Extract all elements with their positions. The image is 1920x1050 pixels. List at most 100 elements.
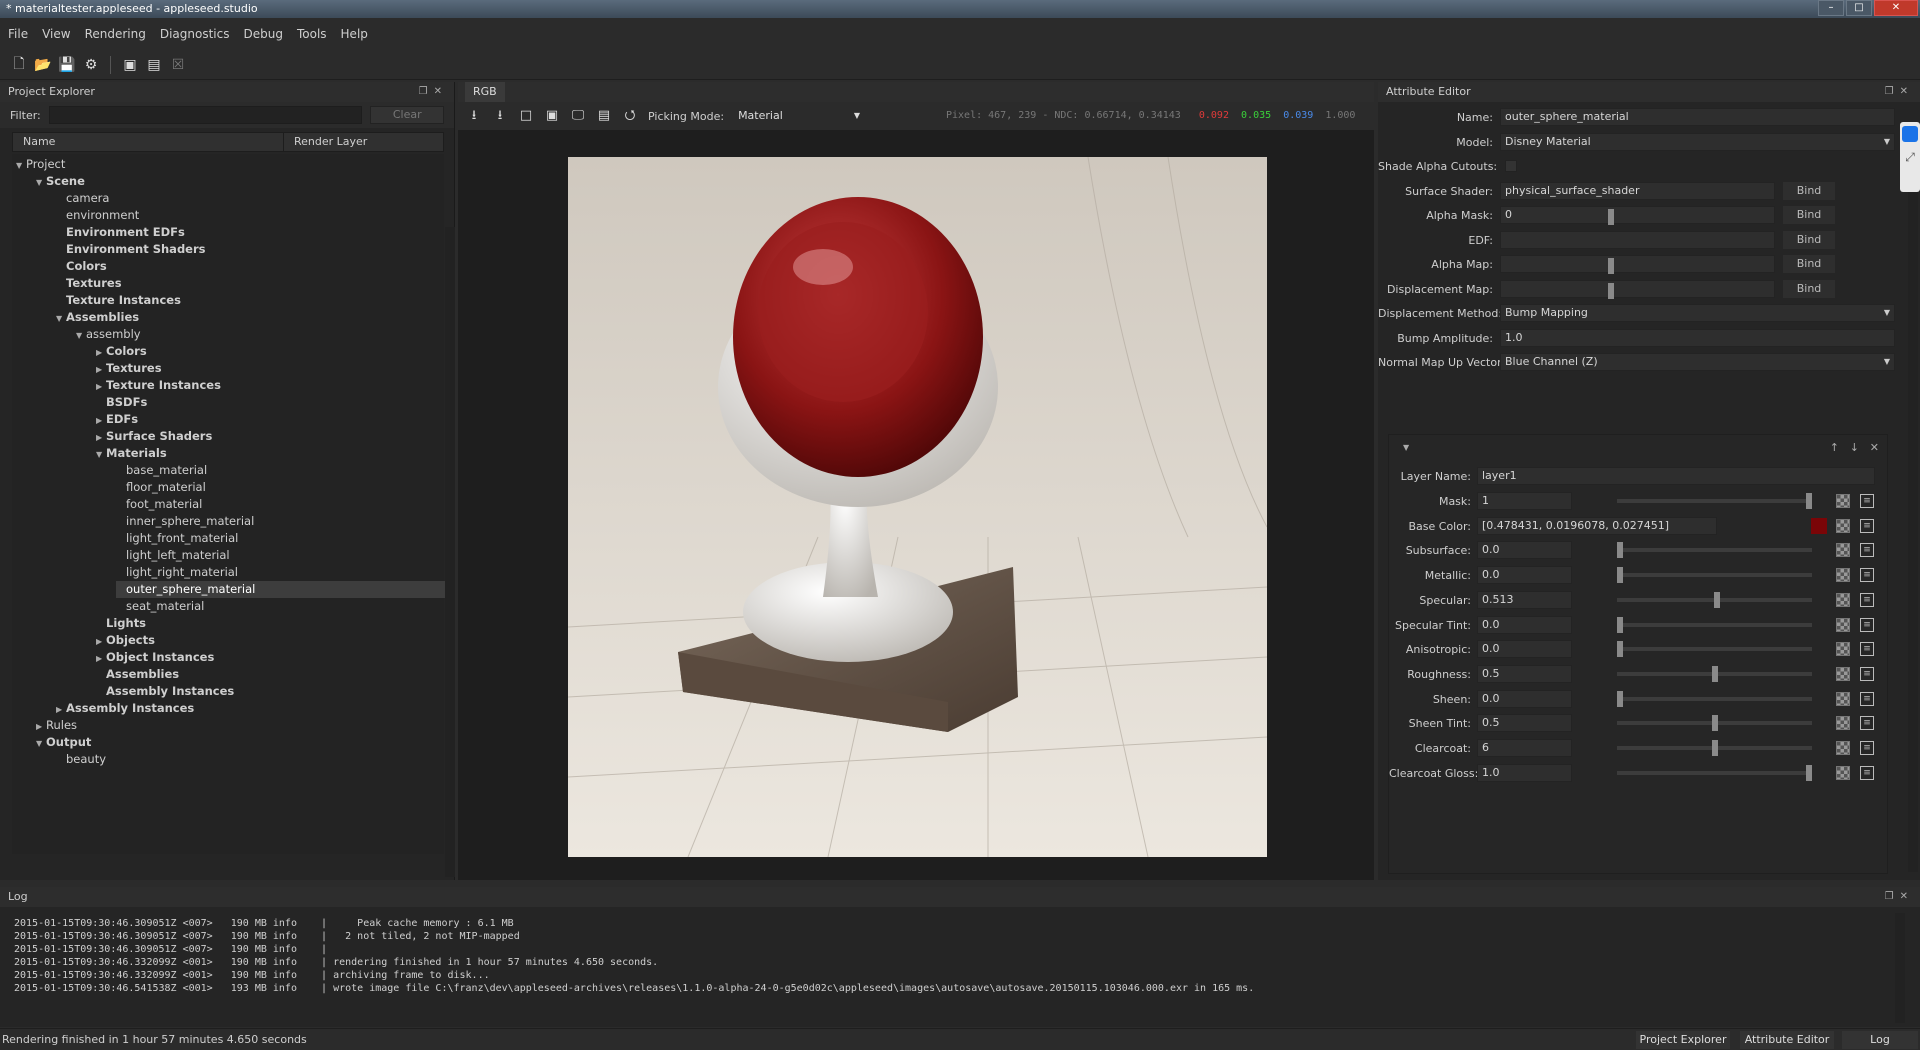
tree-item[interactable]: Texture Instances [56,292,181,309]
layer-param-slider[interactable] [1617,740,1812,756]
texture-picker-icon[interactable] [1836,568,1850,583]
tree-item[interactable]: ▶ Object Instances [96,649,214,666]
render-image[interactable] [568,157,1267,857]
tree-item[interactable]: seat_material [116,598,204,615]
crop-region-icon[interactable]: □ [518,108,534,124]
slider-handle[interactable] [1617,690,1623,707]
expanded-arrow-icon[interactable]: ▼ [96,446,106,463]
chat-icon[interactable] [1902,126,1918,142]
field-input[interactable]: outer_sphere_material [1500,108,1895,126]
expanded-arrow-icon[interactable]: ▼ [36,735,46,752]
open-folder-icon[interactable]: 📂 [34,56,52,74]
field-input[interactable]: physical_surface_shader [1500,181,1775,200]
bind-button[interactable]: Bind [1783,206,1835,224]
layer-param-slider[interactable] [1617,715,1812,732]
tree-item[interactable]: floor_material [116,479,206,496]
expression-editor-icon[interactable]: ≡ [1860,518,1874,533]
slider-handle[interactable] [1608,258,1614,274]
attribute-editor-scrollbar[interactable] [1908,122,1918,872]
expression-editor-icon[interactable]: ≡ [1860,691,1874,706]
texture-picker-icon[interactable] [1836,765,1850,780]
field-input[interactable]: 0 [1500,206,1775,224]
layer-param-slider[interactable] [1617,690,1812,707]
tree-item[interactable]: light_right_material [116,564,238,581]
expression-editor-icon[interactable]: ≡ [1860,617,1874,632]
save-as-icon[interactable]: ⚙ [82,56,100,74]
tree-item[interactable]: ▶ EDFs [96,411,138,428]
texture-picker-icon[interactable] [1836,691,1850,706]
field-input[interactable] [1500,255,1775,273]
panel-float-close-icon[interactable]: ❐✕ [1885,887,1914,907]
layer-param-slider[interactable] [1617,493,1812,509]
layer-param-slider[interactable] [1617,567,1812,584]
panel-float-close-icon[interactable]: ❐✕ [1885,82,1914,102]
field-slider[interactable] [1608,258,1614,274]
tree-item[interactable]: base_material [116,462,207,479]
collapsed-arrow-icon[interactable]: ▶ [96,429,106,446]
slider-handle[interactable] [1712,715,1718,732]
layer-param-slider[interactable] [1617,641,1812,658]
slider-handle[interactable] [1712,665,1718,682]
expanded-arrow-icon[interactable]: ▼ [56,310,66,327]
expression-editor-icon[interactable]: ≡ [1860,765,1874,780]
texture-picker-icon[interactable] [1836,518,1850,533]
tree-item[interactable]: ▼ Output [36,734,91,751]
layer-param-input[interactable]: 0.5 [1477,714,1572,733]
menu-tools[interactable]: Tools [297,27,327,41]
layer-param-input[interactable]: 0.0 [1477,615,1572,634]
tree-item[interactable]: ▼ assembly [76,326,141,343]
layer-param-input[interactable]: 0.0 [1477,566,1572,585]
tree-item[interactable]: light_left_material [116,547,230,564]
texture-picker-icon[interactable] [1836,494,1850,508]
interactive-render-icon[interactable]: ▤ [145,56,163,74]
expression-editor-icon[interactable]: ≡ [1860,494,1874,508]
tab-rgb[interactable]: RGB [465,82,505,102]
layer-param-input[interactable]: 1.0 [1477,763,1572,782]
slider-handle[interactable] [1617,567,1623,584]
layer-param-slider[interactable] [1617,665,1812,682]
bind-button[interactable]: Bind [1783,230,1835,249]
expression-editor-icon[interactable]: ≡ [1860,666,1874,681]
layer-param-input[interactable]: 0.0 [1477,640,1572,659]
field-input[interactable] [1500,279,1775,298]
slider-handle[interactable] [1617,616,1623,633]
collapsed-arrow-icon[interactable]: ▶ [56,701,66,718]
menu-help[interactable]: Help [341,27,368,41]
tree-item[interactable]: Textures [56,275,122,292]
menu-diagnostics[interactable]: Diagnostics [160,27,230,41]
layer-param-input[interactable]: 6 [1477,739,1572,757]
close-button[interactable]: ✕ [1874,0,1918,16]
expanded-arrow-icon[interactable]: ▼ [76,327,86,344]
tree-item[interactable]: camera [56,190,109,207]
slider-handle[interactable] [1608,209,1614,225]
tree-item[interactable]: ▼ Assemblies [56,309,139,326]
texture-picker-icon[interactable] [1836,642,1850,657]
field-input[interactable]: 1.0 [1500,328,1895,347]
layer-param-input[interactable]: 0.0 [1477,541,1572,560]
filter-input[interactable] [48,106,363,124]
camera-view-icon[interactable]: ▤ [596,108,612,124]
move-layer-up-icon[interactable]: ↑ [1830,441,1839,454]
expression-editor-icon[interactable]: ≡ [1860,568,1874,583]
texture-picker-icon[interactable] [1836,592,1850,607]
field-input[interactable] [1500,230,1775,249]
texture-picker-icon[interactable] [1836,666,1850,681]
save-frame-icon[interactable]: ⭳ [466,108,482,124]
slider-handle[interactable] [1806,764,1812,781]
tree-item[interactable]: BSDFs [96,394,147,411]
tree-item[interactable]: Colors [56,258,107,275]
field-slider[interactable] [1608,209,1614,225]
layer-param-slider[interactable] [1617,764,1812,781]
expression-editor-icon[interactable]: ≡ [1860,592,1874,607]
collapsed-arrow-icon[interactable]: ▶ [96,361,106,378]
slider-handle[interactable] [1608,282,1614,299]
tree-item[interactable]: ▼ Scene [36,173,85,190]
tree-item[interactable]: light_front_material [116,530,238,547]
layer-name-input[interactable]: layer1 [1477,467,1875,485]
tree-item[interactable]: ▶ Colors [96,343,147,360]
project-tree-scrollbar[interactable] [445,227,455,877]
collapsed-arrow-icon[interactable]: ▶ [96,633,106,650]
tree-item[interactable]: environment [56,207,139,224]
field-dropdown[interactable]: Blue Channel (Z) ▼ [1500,353,1895,371]
layer-param-input[interactable]: [0.478431, 0.0196078, 0.027451] [1477,516,1717,535]
